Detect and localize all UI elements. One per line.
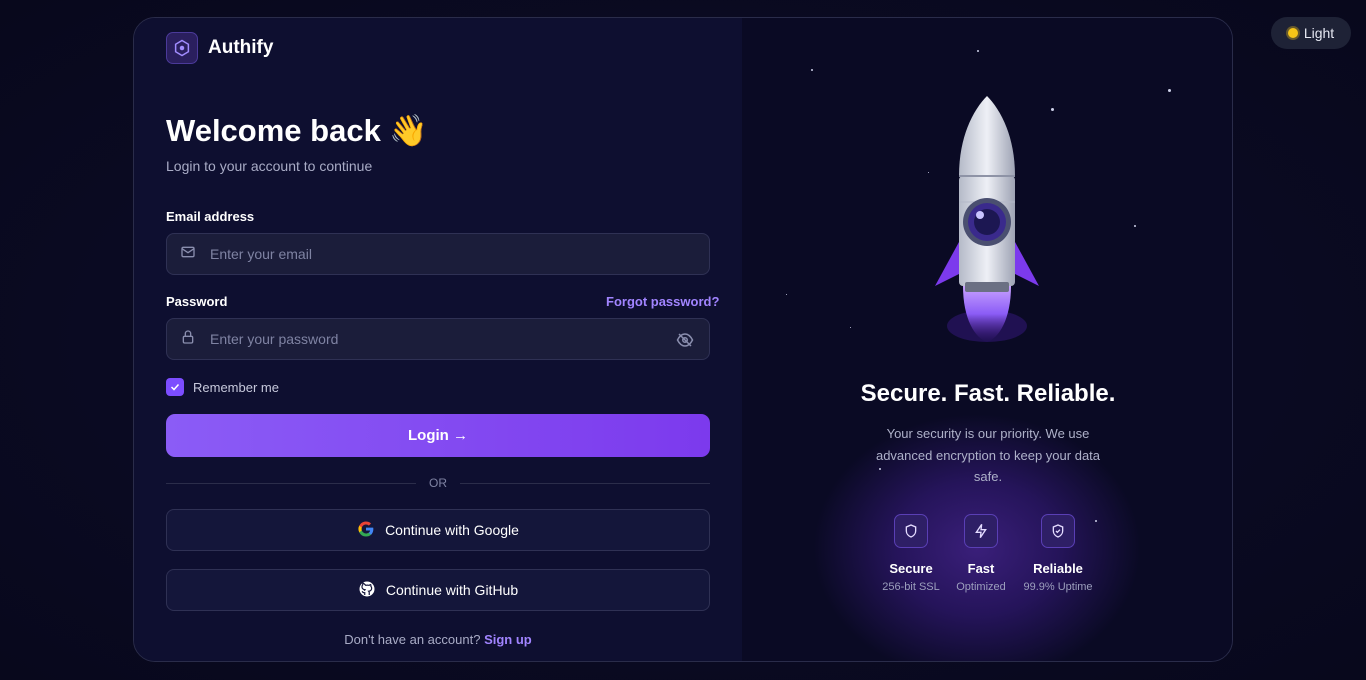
github-signin-button[interactable]: Continue with GitHub <box>166 569 710 611</box>
email-input[interactable] <box>208 245 652 263</box>
password-label: Password <box>166 294 228 309</box>
rocket-illustration <box>935 96 1039 342</box>
mail-icon <box>180 244 196 265</box>
page-subtitle: Login to your account to continue <box>166 158 373 174</box>
google-icon <box>357 520 375 541</box>
feature-reliable: Reliable 99.9% Uptime <box>1013 514 1103 593</box>
remember-me-label: Remember me <box>193 379 279 395</box>
github-button-label: Continue with GitHub <box>385 582 519 598</box>
star <box>977 50 979 52</box>
or-text: OR <box>429 476 447 490</box>
feature-title: Reliable <box>1033 561 1083 576</box>
lightning-icon <box>964 514 998 548</box>
sun-icon <box>1287 28 1298 38</box>
shield-check-icon <box>1041 514 1075 548</box>
password-field-wrapper <box>166 318 710 360</box>
hero-headline: Secure. Fast. Reliable. <box>860 380 1116 407</box>
star <box>850 327 851 328</box>
email-field-wrapper <box>166 233 710 275</box>
signup-row: Don't have an account? Sign up <box>166 632 710 647</box>
auth-card: Authify Welcome back 👋 Login to your acc… <box>133 17 1233 662</box>
hexagon-logo-icon <box>166 32 198 64</box>
hero-description: Your security is our priority. We use ad… <box>875 426 1101 484</box>
or-divider: OR <box>166 476 710 490</box>
signup-prompt: Don't have an account? <box>344 632 481 647</box>
shield-icon <box>894 514 928 548</box>
lock-icon <box>180 329 196 350</box>
login-panel: Authify Welcome back 👋 Login to your acc… <box>134 18 742 661</box>
feature-subtitle: 99.9% Uptime <box>1023 581 1093 593</box>
forgot-password-link[interactable]: Forgot password? <box>606 294 719 309</box>
email-label: Email address <box>166 209 255 224</box>
star <box>786 294 787 295</box>
remember-me: Remember me <box>166 378 279 396</box>
star <box>1168 89 1171 92</box>
star <box>1051 108 1054 111</box>
google-signin-button[interactable]: Continue with Google <box>166 509 710 551</box>
google-button-label: Continue with Google <box>385 522 519 538</box>
theme-toggle-button[interactable]: Light <box>1271 17 1351 49</box>
page-title: Welcome back 👋 <box>166 113 429 148</box>
star <box>1134 225 1136 227</box>
star <box>811 69 813 71</box>
github-icon <box>358 580 376 601</box>
hero-panel: Secure. Fast. Reliable. Your security is… <box>742 18 1232 661</box>
login-button[interactable]: Login → <box>166 414 710 457</box>
password-input[interactable] <box>208 330 652 348</box>
signup-link[interactable]: Sign up <box>484 632 532 647</box>
eye-off-icon[interactable] <box>676 331 694 354</box>
brand-name: Authify <box>208 37 274 58</box>
theme-toggle-label: Light <box>1303 25 1335 41</box>
remember-me-checkbox[interactable] <box>166 378 184 396</box>
brand-logo: Authify <box>166 32 273 64</box>
